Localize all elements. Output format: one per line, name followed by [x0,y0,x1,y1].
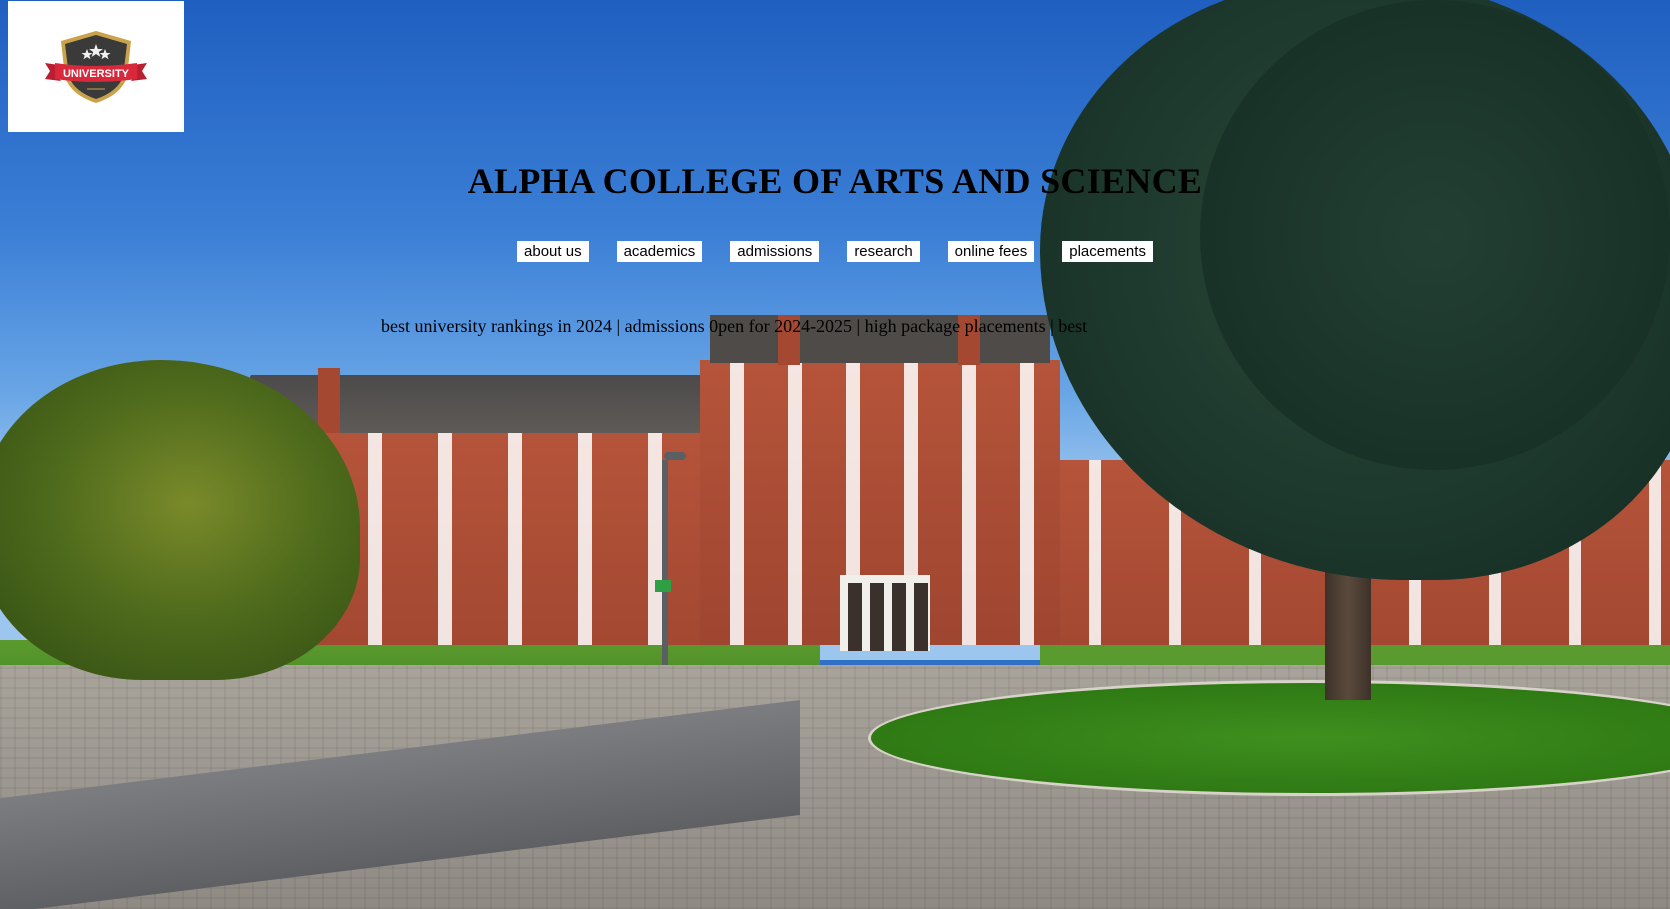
nav-academics[interactable]: academics [616,241,703,262]
page-title: ALPHA COLLEGE OF ARTS AND SCIENCE [467,161,1203,201]
entrance-portico [840,575,930,651]
site-logo[interactable]: UNIVERSITY [8,1,184,132]
nav-placements[interactable]: placements [1062,241,1153,262]
tree-right-canopy-upper [1200,0,1670,470]
main-nav: about us academics admissions research o… [0,241,1670,262]
nav-about-us[interactable]: about us [517,241,589,262]
university-crest-icon: UNIVERSITY [45,30,147,103]
nav-research[interactable]: research [847,241,920,262]
green-sign [655,580,671,592]
chimney-far-left [318,368,340,433]
lamp-post [662,460,668,665]
nav-admissions[interactable]: admissions [730,241,820,262]
page: UNIVERSITY ALPHA COLLEGE OF ARTS AND SCI… [0,0,1670,909]
lamp-post-head [664,452,686,460]
news-ticker: best university rankings in 2024 | admis… [381,316,1088,336]
logo-wordmark: UNIVERSITY [63,68,130,80]
nav-online-fees[interactable]: online fees [947,241,1035,262]
